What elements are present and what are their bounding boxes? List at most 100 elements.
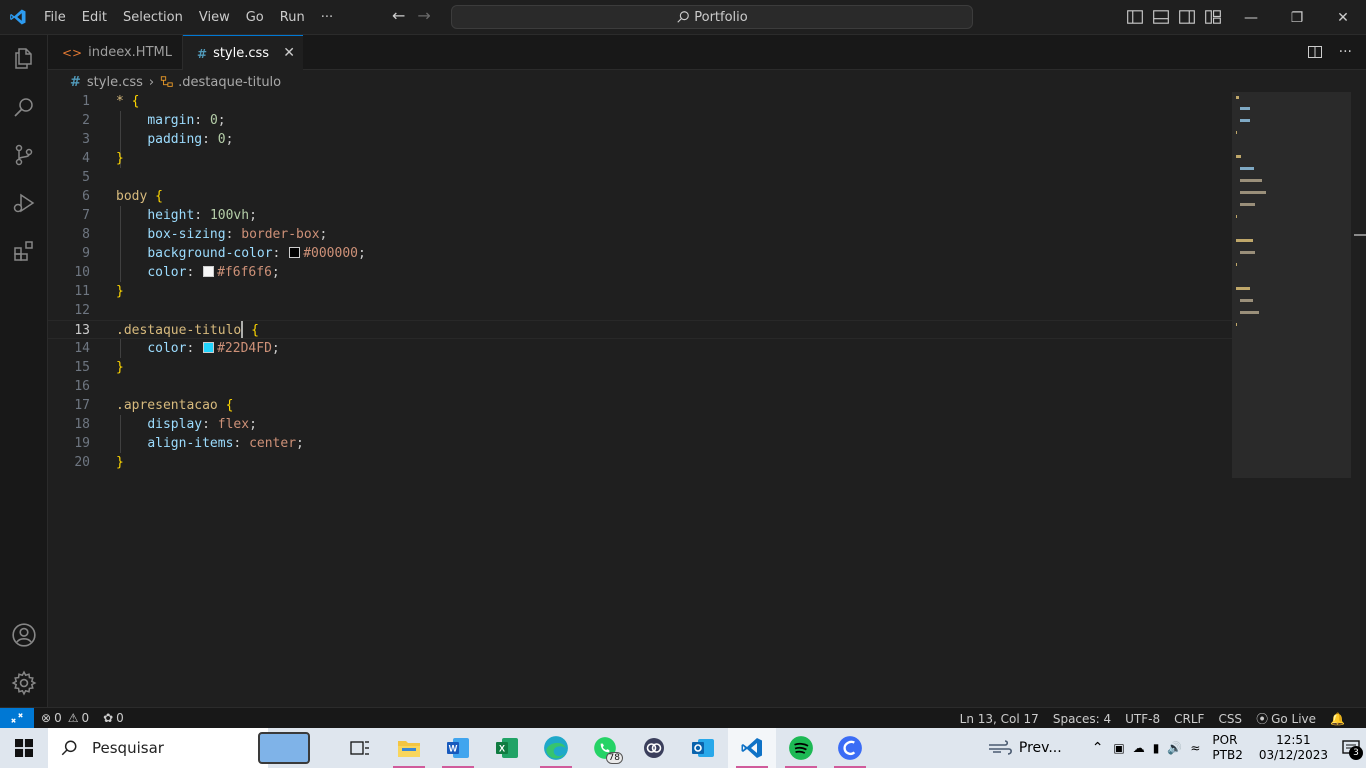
excel-icon[interactable]: X	[483, 728, 531, 768]
windows-start-icon[interactable]	[0, 728, 48, 768]
tab-label: style.css	[213, 46, 270, 61]
encoding[interactable]: UTF-8	[1118, 712, 1167, 726]
code-line: 5	[48, 168, 1232, 187]
code-line: 16	[48, 377, 1232, 396]
edge-browser-icon[interactable]	[532, 728, 580, 768]
clock[interactable]: 12:51 03/12/2023	[1259, 733, 1328, 763]
line-number: 11	[74, 284, 90, 299]
toggle-secondary-sidebar-icon[interactable]	[1178, 8, 1196, 26]
breadcrumb-file[interactable]: style.css	[87, 75, 143, 90]
camera-icon[interactable]: ▣	[1113, 741, 1124, 755]
color-swatch[interactable]	[203, 342, 215, 353]
copilot-app-icon[interactable]	[630, 728, 678, 768]
property-token: box-sizing	[147, 227, 226, 242]
problems-indicator[interactable]: ⊗ 0 ⚠ 0	[34, 711, 96, 725]
vertical-scrollbar[interactable]	[1351, 92, 1366, 707]
volume-icon[interactable]: 🔊	[1167, 741, 1182, 755]
code-editor[interactable]: 1 * { 2 margin: 0; 3 padding: 0; 4} 5 6 bo…	[48, 92, 1232, 707]
property-token: display	[147, 417, 203, 432]
line-number: 4	[82, 151, 90, 166]
split-editor-icon[interactable]	[1307, 44, 1323, 60]
command-center-search[interactable]: Portfolio	[451, 5, 973, 29]
value-token: center	[249, 436, 297, 451]
chevron-up-icon[interactable]: ⌃	[1092, 740, 1104, 756]
wifi-icon[interactable]: ≈	[1190, 741, 1200, 755]
nav-arrows: ← →	[392, 6, 431, 25]
input-language[interactable]: POR PTB2	[1212, 733, 1242, 763]
window-controls: — ❐ ✕	[1228, 0, 1366, 35]
color-swatch[interactable]	[203, 266, 215, 277]
menu-view[interactable]: View	[191, 0, 238, 35]
close-tab-icon[interactable]: ✕	[283, 45, 295, 61]
color-swatch[interactable]	[289, 247, 301, 258]
restore-icon[interactable]: ❐	[1274, 0, 1320, 35]
spotify-icon[interactable]	[777, 728, 825, 768]
command-center-label: Portfolio	[694, 9, 748, 25]
selector-token: *	[116, 94, 124, 109]
menu-run[interactable]: Run	[272, 0, 313, 35]
language-mode[interactable]: CSS	[1211, 712, 1249, 726]
menu-edit[interactable]: Edit	[74, 0, 115, 35]
more-actions-icon[interactable]: ···	[1339, 44, 1352, 60]
run-debug-icon[interactable]	[0, 179, 48, 227]
punct-token: ;	[271, 265, 280, 280]
punct-token: :	[194, 208, 203, 223]
accounts-icon[interactable]	[0, 611, 48, 659]
punct-token: :	[225, 227, 234, 242]
notification-center-icon[interactable]: 3	[1336, 728, 1366, 768]
minimap[interactable]	[1232, 92, 1351, 478]
search-icon[interactable]	[0, 83, 48, 131]
indentation[interactable]: Spaces: 4	[1046, 712, 1118, 726]
number-token: 0	[209, 113, 218, 128]
menu-go[interactable]: Go	[238, 0, 272, 35]
taskbar-search[interactable]: Pesquisar	[48, 728, 310, 768]
menu-file[interactable]: File	[36, 0, 74, 35]
ports-indicator[interactable]: ✿ 0	[96, 711, 131, 725]
remote-indicator-icon[interactable]	[0, 707, 34, 729]
notifications-bell-icon[interactable]: 🔔	[1323, 712, 1352, 726]
svg-text:X: X	[499, 744, 505, 754]
punct-token: ;	[296, 436, 304, 451]
tab-style-css[interactable]: # style.css ✕	[183, 35, 303, 71]
clipchamp-icon[interactable]	[826, 728, 874, 768]
word-icon[interactable]: W	[434, 728, 482, 768]
explorer-icon[interactable]	[0, 35, 48, 83]
clock-time: 12:51	[1276, 733, 1311, 747]
css-icon: #	[197, 46, 208, 61]
punct-token: :	[233, 436, 242, 451]
line-number: 5	[82, 170, 90, 185]
vscode-taskbar-icon[interactable]	[728, 728, 776, 768]
minimize-icon[interactable]: —	[1228, 0, 1274, 35]
weather-widget[interactable]: Prev...	[987, 740, 1062, 756]
menu-more[interactable]: ···	[313, 0, 341, 35]
file-explorer-icon[interactable]	[385, 728, 433, 768]
forward-arrow-icon[interactable]: →	[417, 6, 430, 25]
cursor-position[interactable]: Ln 13, Col 17	[953, 712, 1046, 726]
customize-layout-icon[interactable]	[1204, 8, 1222, 26]
toggle-panel-icon[interactable]	[1152, 8, 1170, 26]
code-line: 20}	[48, 453, 1232, 472]
close-window-icon[interactable]: ✕	[1320, 0, 1366, 35]
extensions-icon[interactable]	[0, 227, 48, 275]
tab-indeex-html[interactable]: <> indeex.HTML	[48, 35, 183, 70]
breadcrumb-symbol[interactable]: .destaque-titulo	[178, 75, 281, 90]
search-icon	[61, 740, 77, 756]
toggle-primary-sidebar-icon[interactable]	[1126, 8, 1144, 26]
css-icon: #	[70, 74, 81, 90]
settings-gear-icon[interactable]	[0, 659, 48, 707]
punct-token: ;	[319, 227, 328, 242]
onedrive-cloud-icon[interactable]: ☁	[1133, 741, 1145, 755]
punct-token: :	[194, 113, 203, 128]
punct-token: :	[186, 265, 195, 280]
outlook-icon[interactable]	[679, 728, 727, 768]
back-arrow-icon[interactable]: ←	[392, 6, 405, 25]
menu-selection[interactable]: Selection	[115, 0, 191, 35]
source-control-icon[interactable]	[0, 131, 48, 179]
go-live-button[interactable]: ⦿ Go Live	[1249, 710, 1323, 727]
property-token: padding	[147, 132, 203, 147]
end-of-line[interactable]: CRLF	[1167, 712, 1211, 726]
whatsapp-icon[interactable]: 78	[581, 728, 629, 768]
task-view-icon[interactable]	[336, 728, 384, 768]
battery-icon[interactable]: ▮	[1153, 741, 1160, 755]
search-highlight-image[interactable]	[258, 732, 310, 764]
